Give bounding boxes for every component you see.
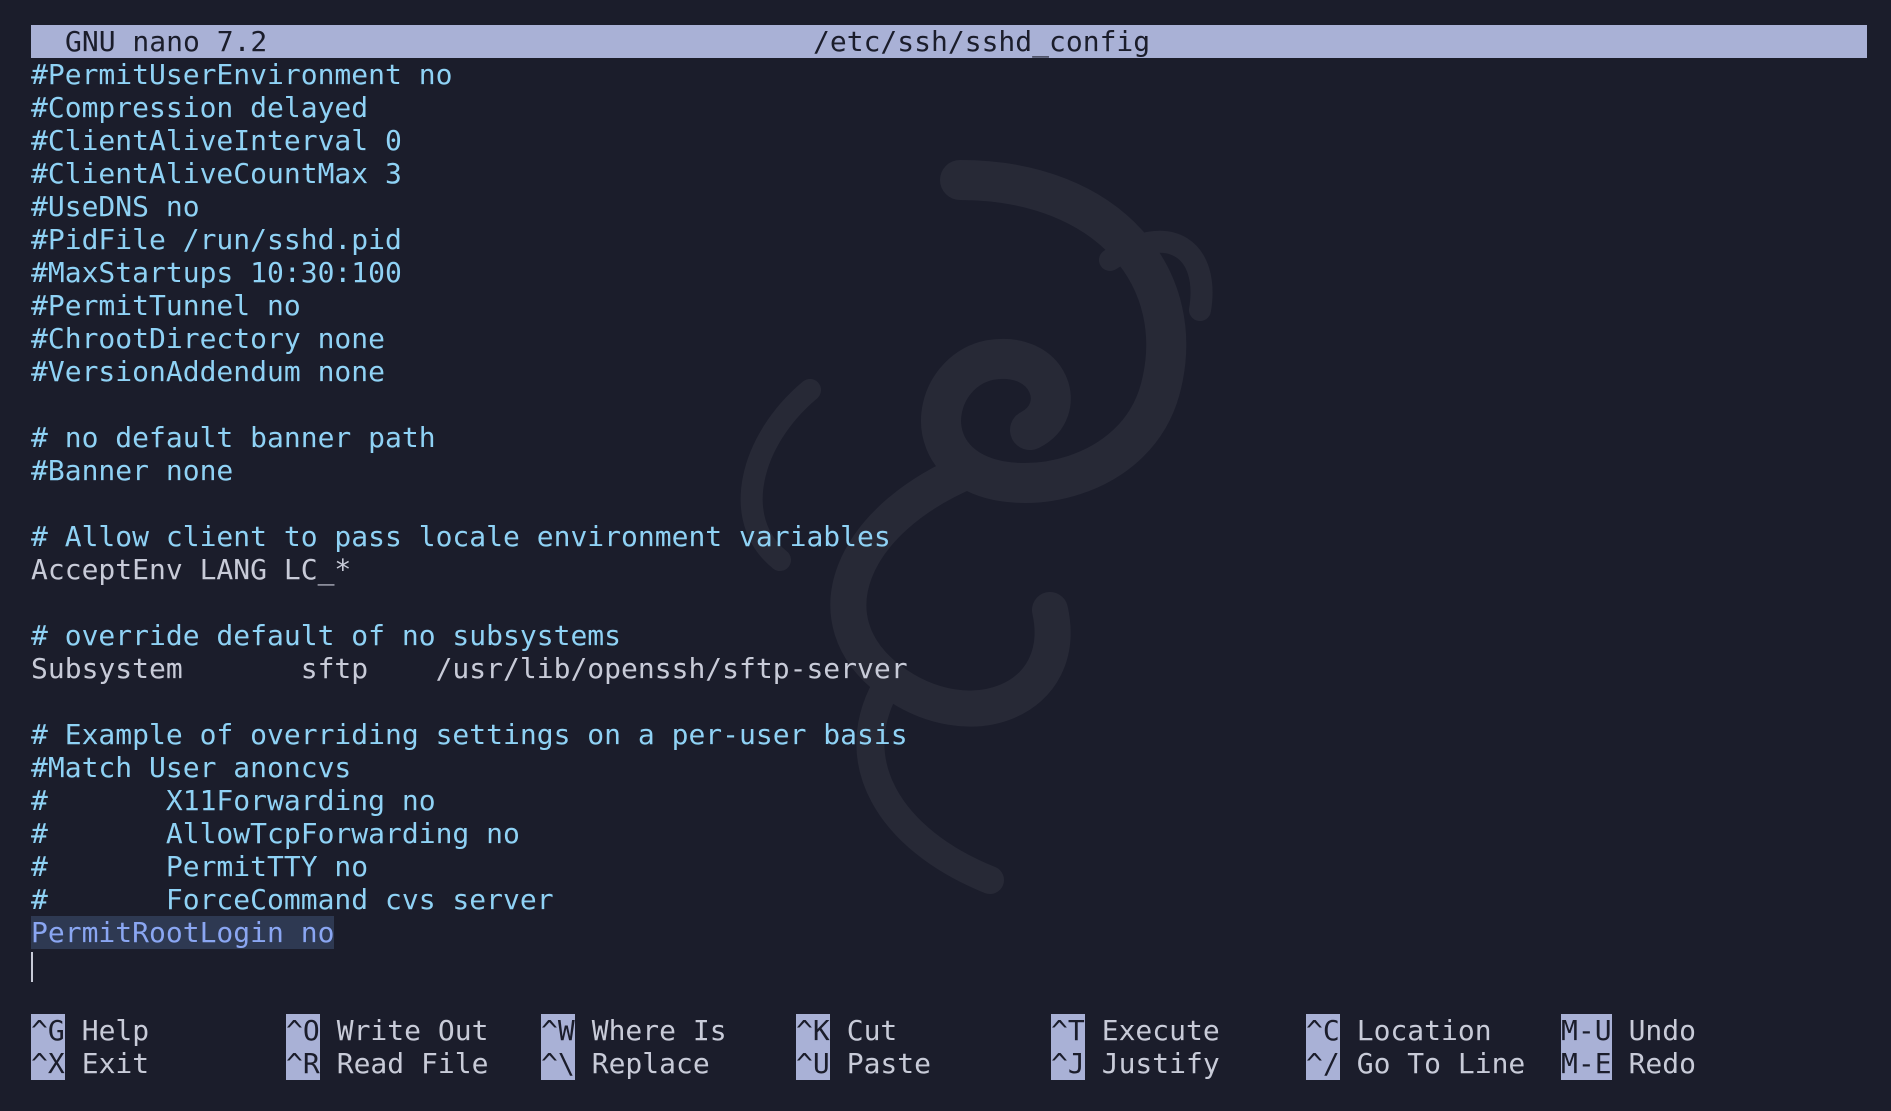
shortcut-where-is[interactable]: ^W Where Is <box>541 1014 727 1047</box>
shortcut-row-bottom: ^X Exit ^R Read File ^\ Replace ^U Paste ^J J… <box>31 1047 1867 1080</box>
shortcut-label: Go To Line <box>1356 1047 1526 1080</box>
shortcut-key: ^R <box>286 1047 320 1080</box>
shortcut-justify[interactable]: ^J Justify <box>1051 1047 1220 1080</box>
editor-line[interactable]: #PidFile /run/sshd.pid <box>31 223 1867 256</box>
editor-line[interactable]: # override default of no subsystems <box>31 619 1867 652</box>
text-cursor <box>31 952 33 982</box>
shortcut-key: ^W <box>541 1014 575 1047</box>
editor-line[interactable]: AcceptEnv LANG LC_* <box>31 553 1867 586</box>
shortcut-read-file[interactable]: ^R Read File <box>286 1047 488 1080</box>
shortcut-label: Justify <box>1101 1047 1220 1080</box>
shortcut-go-to-line[interactable]: ^/ Go To Line <box>1306 1047 1525 1080</box>
shortcut-key: ^J <box>1051 1047 1085 1080</box>
editor-line-selected[interactable]: PermitRootLogin no <box>31 916 1867 949</box>
editor-line[interactable]: #PermitTunnel no <box>31 289 1867 322</box>
editor-line[interactable]: #VersionAddendum none <box>31 355 1867 388</box>
editor-line[interactable]: #ChrootDirectory none <box>31 322 1867 355</box>
editor-line[interactable]: # Allow client to pass locale environmen… <box>31 520 1867 553</box>
editor-line[interactable] <box>31 487 1867 520</box>
editor-line[interactable] <box>31 388 1867 421</box>
shortcut-location[interactable]: ^C Location <box>1306 1014 1492 1047</box>
shortcut-key: ^/ <box>1306 1047 1340 1080</box>
editor-line[interactable]: # PermitTTY no <box>31 850 1867 883</box>
shortcut-label: Cut <box>846 1014 898 1047</box>
shortcut-row-top: ^G Help ^O Write Out ^W Where Is ^K Cut ^T Ex… <box>31 1014 1867 1047</box>
editor-line[interactable]: # no default banner path <box>31 421 1867 454</box>
shortcut-label: Where Is <box>591 1014 727 1047</box>
shortcut-execute[interactable]: ^T Execute <box>1051 1014 1220 1047</box>
shortcut-key: ^O <box>286 1014 320 1047</box>
editor-cursor-line[interactable] <box>31 949 1867 982</box>
editor-line[interactable]: #ClientAliveInterval 0 <box>31 124 1867 157</box>
shortcut-replace[interactable]: ^\ Replace <box>541 1047 710 1080</box>
editor-line[interactable]: #UseDNS no <box>31 190 1867 223</box>
file-name: /etc/ssh/sshd_config <box>813 25 1151 58</box>
shortcut-label: Execute <box>1101 1014 1220 1047</box>
editor-version: GNU nano 7.2 <box>65 25 268 58</box>
shortcut-key: ^C <box>1306 1014 1340 1047</box>
editor-line[interactable]: #Match User anoncvs <box>31 751 1867 784</box>
editor-line[interactable]: #ClientAliveCountMax 3 <box>31 157 1867 190</box>
shortcut-key: ^K <box>796 1014 830 1047</box>
shortcut-key: ^T <box>1051 1014 1085 1047</box>
shortcut-exit[interactable]: ^X Exit <box>31 1047 149 1080</box>
editor-text-area[interactable]: #PermitUserEnvironment no #Compression d… <box>31 58 1867 982</box>
shortcut-label: Paste <box>846 1047 932 1080</box>
shortcut-key: ^\ <box>541 1047 575 1080</box>
editor-line[interactable] <box>31 685 1867 718</box>
shortcut-key: M-E <box>1561 1047 1612 1080</box>
editor-line[interactable]: #MaxStartups 10:30:100 <box>31 256 1867 289</box>
shortcut-label: Redo <box>1628 1047 1697 1080</box>
shortcut-label: Read File <box>336 1047 489 1080</box>
shortcut-label: Replace <box>591 1047 710 1080</box>
editor-line[interactable]: Subsystem sftp /usr/lib/openssh/sftp-ser… <box>31 652 1867 685</box>
shortcut-paste[interactable]: ^U Paste <box>796 1047 931 1080</box>
editor-line[interactable]: #PermitUserEnvironment no <box>31 58 1867 91</box>
shortcut-key: ^G <box>31 1014 65 1047</box>
editor-line[interactable]: # Example of overriding settings on a pe… <box>31 718 1867 751</box>
shortcut-label: Location <box>1356 1014 1492 1047</box>
shortcut-label: Write Out <box>336 1014 489 1047</box>
title-bar: GNU nano 7.2 /etc/ssh/sshd_config <box>31 25 1867 58</box>
editor-line[interactable] <box>31 586 1867 619</box>
shortcut-write-out[interactable]: ^O Write Out <box>286 1014 488 1047</box>
shortcut-bar: ^G Help ^O Write Out ^W Where Is ^K Cut ^T Ex… <box>31 1014 1867 1080</box>
shortcut-label: Exit <box>81 1047 150 1080</box>
editor-line[interactable]: # ForceCommand cvs server <box>31 883 1867 916</box>
shortcut-help[interactable]: ^G Help <box>31 1014 149 1047</box>
editor-line[interactable]: #Compression delayed <box>31 91 1867 124</box>
shortcut-undo[interactable]: M-U Undo <box>1561 1014 1696 1047</box>
editor-line[interactable]: # X11Forwarding no <box>31 784 1867 817</box>
editor-line[interactable]: # AllowTcpForwarding no <box>31 817 1867 850</box>
terminal-window: GNU nano 7.2 /etc/ssh/sshd_config #Permi… <box>0 0 1891 1111</box>
shortcut-label: Undo <box>1628 1014 1697 1047</box>
editor-line[interactable]: #Banner none <box>31 454 1867 487</box>
shortcut-key: ^X <box>31 1047 65 1080</box>
shortcut-redo[interactable]: M-E Redo <box>1561 1047 1696 1080</box>
shortcut-label: Help <box>81 1014 150 1047</box>
shortcut-key: M-U <box>1561 1014 1612 1047</box>
shortcut-cut[interactable]: ^K Cut <box>796 1014 897 1047</box>
shortcut-key: ^U <box>796 1047 830 1080</box>
